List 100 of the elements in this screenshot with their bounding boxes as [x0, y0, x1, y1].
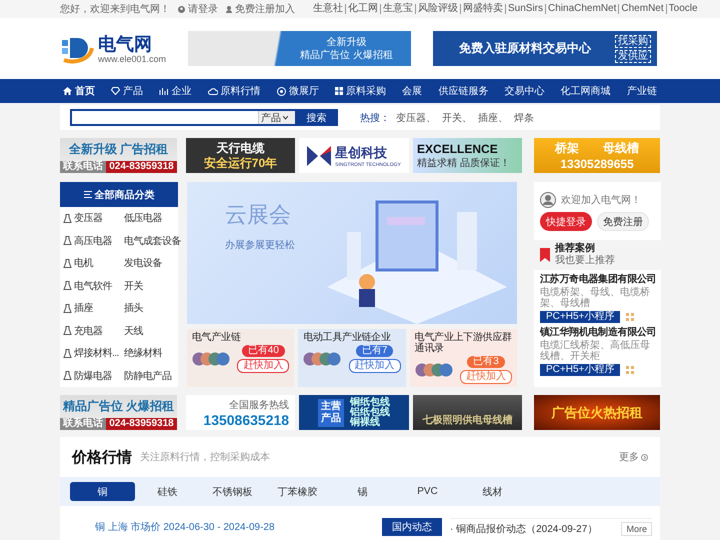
partner-link[interactable]: 网盛特卖	[461, 4, 506, 14]
category-link[interactable]: 发电设备	[124, 256, 181, 270]
qr-code-icon	[626, 366, 634, 374]
category-link[interactable]: 高压电器	[63, 234, 124, 248]
material-tab[interactable]: PVC	[395, 482, 460, 501]
category-link[interactable]: 防静电产品	[124, 368, 181, 383]
group-card[interactable]: 电气产业上下游供应群通讯录 已有3 赶快加入	[410, 329, 517, 387]
material-tab[interactable]: 硅铁	[135, 482, 200, 501]
partner-link[interactable]: ChemNet	[619, 4, 667, 14]
category-icon	[63, 258, 72, 268]
news-link[interactable]: · 铜商品报价动态（2024-09-27）	[450, 522, 618, 536]
nav-item[interactable]: 化工网商城	[558, 79, 614, 103]
partner-link[interactable]: 生意宝	[381, 4, 416, 14]
user-icon	[226, 6, 232, 12]
product-item: 铝纸包线	[350, 408, 390, 418]
member-count: 已有3	[467, 356, 505, 368]
target-icon	[276, 86, 286, 96]
quick-login-button[interactable]: 快捷登录	[540, 212, 592, 231]
search-field[interactable]: 产品 搜索	[70, 109, 338, 126]
category-icon	[63, 348, 72, 358]
hot-search-link[interactable]: 插座、	[478, 110, 508, 124]
partner-link[interactable]: Toocle	[666, 4, 698, 14]
category-link[interactable]: 防爆电器	[63, 368, 124, 383]
ad-title: 广告位火热招租	[552, 404, 643, 422]
partner-link[interactable]: 风险评级	[416, 4, 461, 14]
ad-banner[interactable]: 全新升级 广告招租 联系电话 024-83959318	[60, 138, 177, 173]
nav-item[interactable]: 产业链	[624, 79, 660, 103]
news-tab[interactable]: 国内动态	[382, 518, 442, 536]
ad-banner[interactable]: 精品广告位 火爆招租 联系电话 024-83959318	[60, 395, 177, 430]
contact-label: 联系电话	[60, 161, 106, 173]
phone-number: 13305289655	[560, 156, 634, 172]
material-tab[interactable]: 铜	[70, 482, 135, 501]
nav-item[interactable]: 原料行情	[204, 79, 264, 103]
hot-search-link[interactable]: 变压器、	[396, 110, 436, 124]
login-link[interactable]: 请登录	[178, 2, 218, 16]
partner-link[interactable]: 生意社	[311, 4, 346, 14]
material-tab[interactable]: 线材	[460, 482, 525, 501]
recommend-title: 推荐案例	[555, 243, 596, 254]
ad-text: 全新升级	[326, 36, 368, 48]
ad-banner[interactable]: 全新升级 精品广告位 火爆招租	[188, 31, 411, 66]
register-link[interactable]: 免费注册加入	[226, 2, 295, 16]
more-button[interactable]: More	[621, 522, 652, 536]
register-button[interactable]: 免费注册	[597, 212, 649, 231]
chart-caption: 铜 上海 市场价 2024-06-30 - 2024-09-28	[94, 520, 276, 534]
diamond-icon	[111, 87, 120, 95]
nav-item[interactable]: 产品	[108, 79, 146, 103]
category-link[interactable]: 焊接材料...	[63, 346, 124, 360]
hot-search-link[interactable]: 焊条	[514, 110, 534, 124]
site-url: www.ele001.com	[98, 54, 166, 64]
category-link[interactable]: 电气成套设备	[124, 234, 181, 248]
category-link[interactable]: 变压器	[63, 211, 124, 226]
bar-chart-icon	[159, 87, 168, 95]
nav-item[interactable]: 微展厅	[274, 79, 322, 103]
company-name[interactable]: 江苏万奇电器集团有限公司	[540, 274, 655, 286]
partner-link[interactable]: ChinaChemNet	[546, 4, 620, 14]
partner-link[interactable]: 化工网	[346, 4, 381, 14]
material-tab[interactable]: 不锈钢板	[200, 482, 265, 501]
more-link[interactable]: 更多	[619, 450, 648, 464]
product-item: 铜纸包线	[350, 398, 390, 408]
category-link[interactable]: 电机	[63, 256, 124, 270]
ad-banner[interactable]: 全国服务热线 13508635218	[186, 395, 296, 430]
ad-banner[interactable]: 广告位火热招租	[534, 395, 660, 430]
ad-banner[interactable]: 免费入驻原材料交易中心 找采购 发供应	[433, 31, 657, 66]
category-icon	[63, 236, 72, 246]
category-link[interactable]: 插头	[124, 301, 181, 316]
category-header[interactable]: 全部商品分类	[60, 182, 178, 207]
ad-slogan: 安全运行70年	[204, 156, 278, 170]
group-title: 电动工具产业链企业	[303, 332, 392, 343]
ad-banner[interactable]: 七极照明供电母线槽	[413, 395, 522, 430]
material-tab[interactable]: 锡	[330, 482, 395, 501]
category-link[interactable]: 低压电器	[124, 211, 181, 226]
material-tab[interactable]: 丁苯橡胶	[265, 482, 330, 501]
group-card[interactable]: 电气产业链 已有40 赶快加入	[187, 329, 294, 387]
nav-item[interactable]: 交易中心	[502, 79, 548, 103]
phone-number: 13508635218	[203, 412, 290, 428]
platform-badge: PC+H5+小程序	[540, 364, 620, 376]
category-link[interactable]: 开关	[124, 278, 181, 293]
ad-banner[interactable]: 天行电缆 安全运行70年	[186, 138, 295, 173]
carousel-banner[interactable]: 云展会 办展参展更轻松	[187, 182, 517, 324]
ad-banner[interactable]: EXCELLENCE 精益求精 品质保证！	[413, 138, 522, 173]
nav-item[interactable]: 首页	[60, 79, 98, 103]
category-link[interactable]: 插座	[63, 301, 124, 316]
nav-item[interactable]: 原料采购	[332, 79, 389, 103]
recommend-link[interactable]: 我也要上推荐	[555, 255, 615, 267]
nav-item[interactable]: 企业	[156, 79, 194, 103]
category-select[interactable]: 产品	[258, 111, 295, 124]
ad-title: EXCELLENCE	[417, 142, 498, 156]
company-name[interactable]: 镇江华翔机电制造有限公司	[540, 327, 655, 339]
search-button[interactable]: 搜索	[295, 109, 338, 126]
group-card[interactable]: 电动工具产业链企业 已有7 赶快加入	[298, 329, 406, 387]
hot-search-link[interactable]: 开关、	[442, 110, 472, 124]
nav-item[interactable]: 供应链服务	[435, 79, 492, 103]
join-button[interactable]: 赶快加入	[348, 359, 401, 373]
category-link[interactable]: 电气软件	[63, 278, 124, 293]
nav-item[interactable]: 会展	[399, 79, 426, 103]
partner-link[interactable]: SunSirs	[506, 4, 546, 14]
category-link[interactable]: 天线	[124, 324, 181, 338]
category-link[interactable]: 充电器	[63, 324, 124, 338]
category-link[interactable]: 绝缘材料	[124, 346, 181, 360]
join-button[interactable]: 赶快加入	[237, 359, 290, 373]
